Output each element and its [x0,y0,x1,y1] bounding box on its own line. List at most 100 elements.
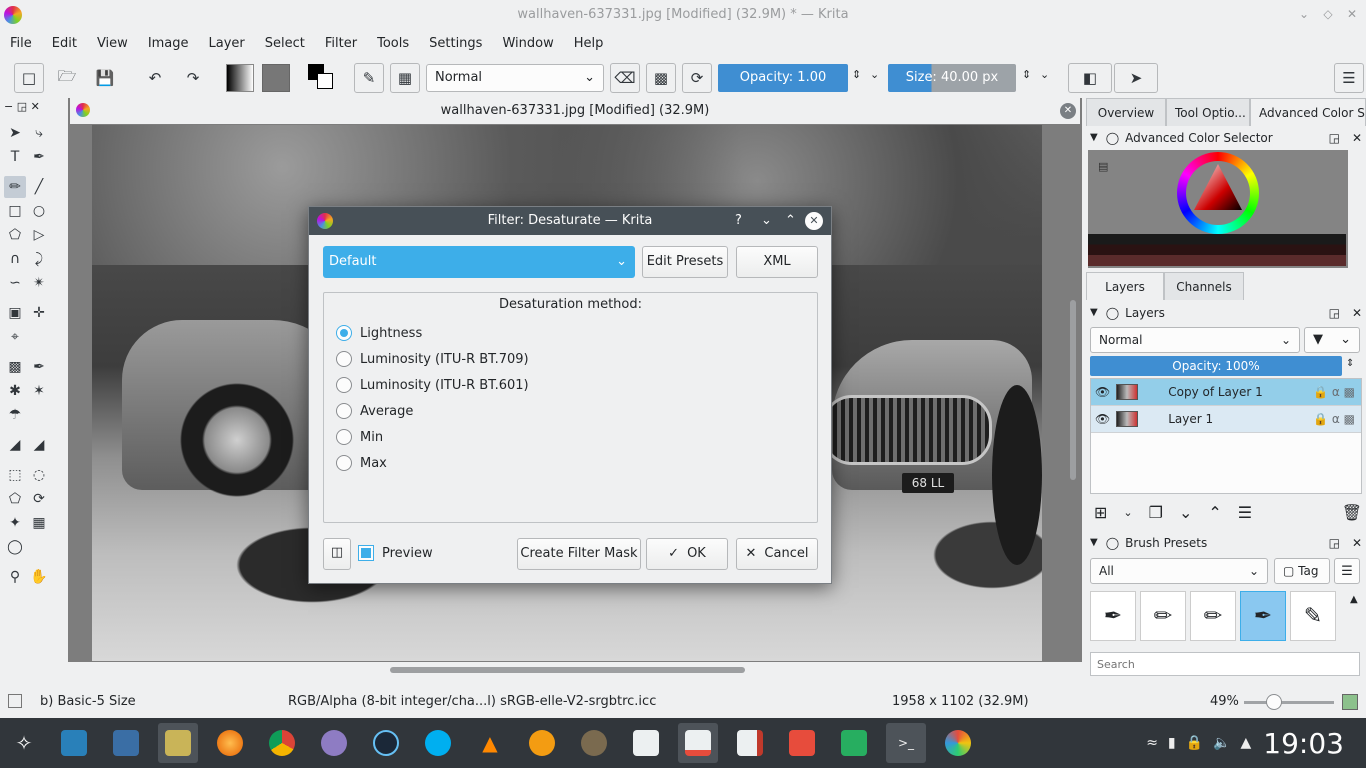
layer-opacity-stepper-icon[interactable]: ⇕ [1346,358,1354,369]
undo-icon[interactable]: ↶ [140,63,170,93]
lock-dock-icon[interactable]: ◯ [1106,531,1119,555]
tray-expand-icon[interactable]: ▲ [1241,735,1252,751]
tab-layers[interactable]: Layers [1086,272,1164,300]
maximize-dialog-icon[interactable]: ⌃ [785,207,796,235]
layer-blend-mode-select[interactable]: Normal ⌄ [1090,327,1300,353]
menu-image[interactable]: Image [138,30,199,58]
collapse-triangle-icon[interactable]: ▼ [1090,126,1098,150]
tab-tool-options[interactable]: Tool Optio... [1166,98,1250,126]
layer-properties-icon[interactable]: ☰ [1238,503,1252,522]
blend-mode-select[interactable]: Normal ⌄ [426,64,604,92]
layer-opacity-slider[interactable]: Opacity: 100% [1090,356,1342,376]
steam-icon[interactable] [366,723,406,763]
crop-tool-icon[interactable]: ⌖ [4,326,26,348]
battery-icon[interactable]: ▮ [1168,735,1176,751]
radio-indicator[interactable] [336,377,352,393]
float-dock-icon[interactable]: ◲ [1329,126,1340,150]
minimize-dialog-icon[interactable]: ⌄ [761,207,772,235]
float-dock-icon[interactable]: ◲ [1329,531,1340,555]
menu-file[interactable]: File [0,30,42,58]
similar-select-icon[interactable]: ▦ [28,512,50,534]
calligraphy-icon[interactable]: ✒ [28,146,50,168]
select-shapes-icon[interactable]: ➤ [4,122,26,144]
gradient-tool-icon[interactable]: ▩ [4,356,26,378]
lock-icon[interactable]: 🔒 [1186,735,1203,751]
delete-layer-icon[interactable]: 🗑 [1342,503,1362,522]
layer-lock-alpha-icons[interactable]: 🔒 α ▩ [1313,385,1355,399]
tab-advanced-color-selector[interactable]: Advanced Color Se... [1250,98,1366,126]
background-color-icon[interactable] [317,73,333,89]
zoom-slider-track[interactable] [1244,701,1334,704]
close-dock-icon[interactable]: ✕ [1352,301,1362,325]
opacity-stepper-icon[interactable]: ⇕ [852,68,861,81]
palette-app-icon[interactable] [938,723,978,763]
gimp-icon[interactable] [574,723,614,763]
add-layer-icon[interactable]: ⊞ [1094,503,1107,522]
close-dock-icon[interactable]: ✕ [1352,126,1362,150]
ellipse-select-icon[interactable]: ◌ [28,464,50,486]
hamburger-menu-icon[interactable]: ☰ [1334,63,1364,93]
text-tool-icon[interactable]: T [4,146,26,168]
menu-help[interactable]: Help [564,30,614,58]
opacity-menu-chevron-icon[interactable]: ⌄ [870,68,879,81]
assistant-tool-icon[interactable]: ◢ [4,434,26,456]
vertical-scrollbar[interactable] [1070,300,1076,480]
radio-luminosity-601[interactable]: Luminosity (ITU-R BT.601) [336,372,817,398]
colorize-mask-icon[interactable]: ✶ [28,380,50,402]
color-picker-icon[interactable]: ✒ [28,356,50,378]
krita-taskbar-icon[interactable] [678,723,718,763]
pan-tool-icon[interactable]: ✋ [28,566,50,588]
move-layer-down-icon[interactable]: ⌄ [1179,503,1192,522]
ellipse-tool-icon[interactable]: ○ [28,200,50,222]
ok-button[interactable]: ✓ OK [646,538,728,570]
close-dialog-icon[interactable]: ✕ [805,212,823,230]
bezier-select-icon[interactable]: ◯ [4,536,26,558]
lock-dock-icon[interactable]: ◯ [1106,301,1119,325]
brush-tag-filter-select[interactable]: All ⌄ [1090,558,1268,584]
cancel-button[interactable]: ✕ Cancel [736,538,818,570]
menu-edit[interactable]: Edit [42,30,87,58]
chrome-icon[interactable] [262,723,302,763]
alpha-lock-icon[interactable]: ▩ [646,63,676,93]
radio-luminosity-709[interactable]: Luminosity (ITU-R BT.709) [336,346,817,372]
maximize-icon[interactable]: ◇ [1320,6,1336,22]
layer-filter-button[interactable]: ▼ ⌄ [1304,327,1360,353]
help-icon[interactable]: ? [735,207,742,235]
eraser-icon[interactable]: ⌫ [610,63,640,93]
menu-view[interactable]: View [87,30,138,58]
skype-icon[interactable] [418,723,458,763]
rectangle-tool-icon[interactable]: □ [4,200,26,222]
firefox-icon[interactable] [210,723,250,763]
layer-row[interactable]: 👁 Layer 1 🔒 α ▩ [1091,406,1361,433]
checkbox-indicator[interactable] [358,545,374,561]
menu-select[interactable]: Select [255,30,315,58]
brush-preset-item[interactable]: ✒ [1090,591,1136,641]
duplicate-layer-icon[interactable]: ❐ [1149,503,1163,522]
transform-tool-icon[interactable]: ▣ [4,302,26,324]
radio-indicator[interactable] [336,403,352,419]
measure-tool-icon[interactable]: ◢ [28,434,50,456]
color-selector-settings-icon[interactable]: ▤ [1098,160,1108,173]
radio-indicator[interactable] [336,429,352,445]
visibility-eye-icon[interactable]: 👁 [1095,385,1110,399]
desktop-icon[interactable] [54,723,94,763]
create-filter-mask-button[interactable]: Create Filter Mask [517,538,641,570]
preset-select[interactable]: Default ⌄ [323,246,635,278]
radio-max[interactable]: Max [336,450,817,476]
file-manager-icon[interactable] [158,723,198,763]
size-menu-chevron-icon[interactable]: ⌄ [1040,68,1049,81]
radio-lightness[interactable]: Lightness [336,320,817,346]
document-viewer-icon[interactable] [626,723,666,763]
dynamic-brush-icon[interactable]: ∽ [4,272,26,294]
radio-min[interactable]: Min [336,424,817,450]
menu-tools[interactable]: Tools [367,30,419,58]
close-window-icon[interactable]: ✕ [1344,6,1360,22]
color-shade-strips[interactable] [1088,234,1346,266]
zoom-level-label[interactable]: 49% [1210,694,1239,709]
size-stepper-icon[interactable]: ⇕ [1022,68,1031,81]
split-preview-icon[interactable]: ◫ [323,538,351,570]
zoom-slider-handle[interactable] [1266,694,1282,710]
multibrush-icon[interactable]: ✴ [28,272,50,294]
radio-indicator[interactable] [336,325,352,341]
new-document-icon[interactable]: □ [14,63,44,93]
